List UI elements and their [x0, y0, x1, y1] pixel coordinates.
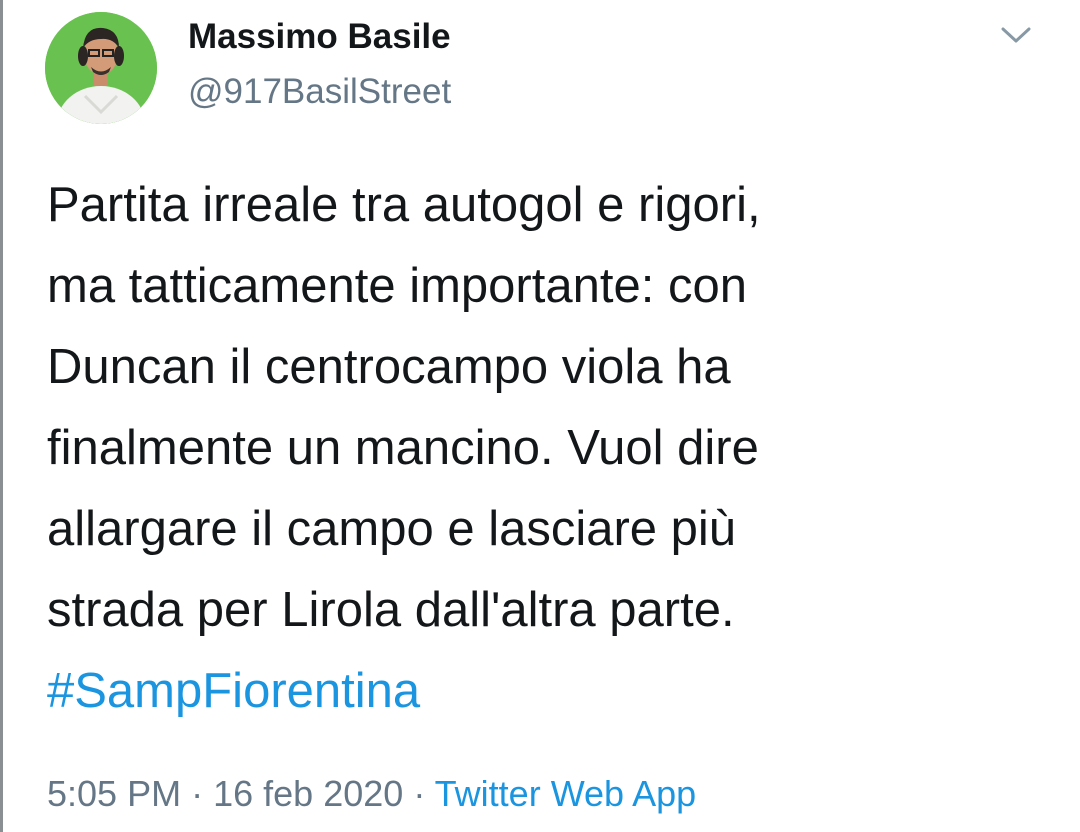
tweet-line: Partita irreale tra autogol e rigori, [47, 178, 761, 232]
tweet-line: Duncan il centrocampo viola ha [47, 340, 731, 394]
chevron-down-icon[interactable] [996, 18, 1036, 52]
tweet-time[interactable]: 5:05 PM [47, 773, 181, 814]
avatar[interactable] [45, 12, 157, 124]
tweet-line: allargare il campo e lasciare più [47, 502, 737, 556]
user-handle[interactable]: @917BasilStreet [188, 72, 451, 112]
meta-separator: · [191, 773, 204, 814]
tweet-line: strada per Lirola dall'altra parte. [47, 583, 735, 637]
tweet-line: ma tatticamente importante: con [47, 259, 747, 313]
source-link[interactable]: Twitter Web App [435, 773, 696, 814]
tweet-meta: 5:05 PM · 16 feb 2020 · Twitter Web App [47, 773, 696, 815]
meta-separator: · [413, 773, 426, 814]
tweet-text: Partita irreale tra autogol e rigori, ma… [47, 165, 1047, 732]
tweet-date[interactable]: 16 feb 2020 [213, 773, 403, 814]
display-name[interactable]: Massimo Basile [188, 17, 451, 57]
window-edge [0, 0, 3, 832]
tweet-line: finalmente un mancino. Vuol dire [47, 421, 759, 475]
hashtag-link[interactable]: #SampFiorentina [47, 651, 1047, 732]
